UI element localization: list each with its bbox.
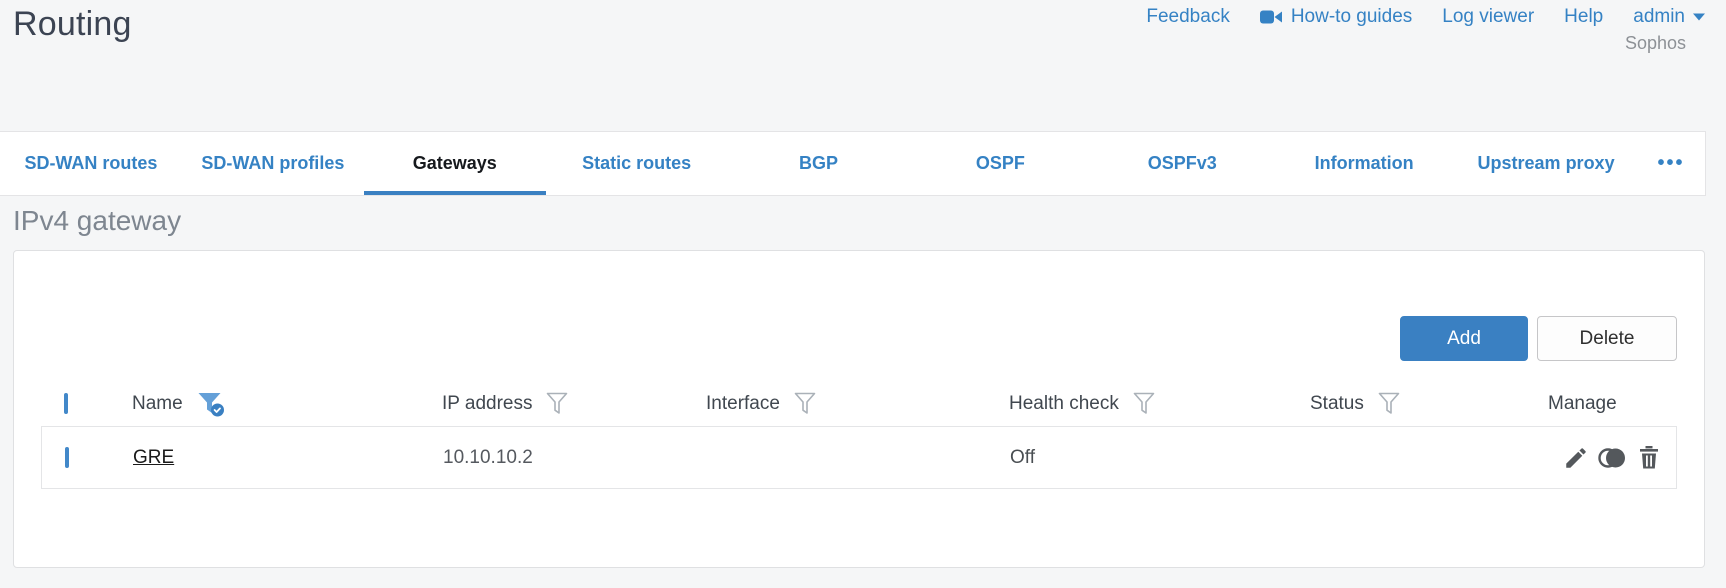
row-checkbox[interactable] xyxy=(65,446,69,468)
brand-label: Sophos xyxy=(1624,33,1686,53)
help-link-label: Help xyxy=(1564,6,1604,27)
gateway-manage-cell xyxy=(1549,445,1676,471)
feedback-link-label: Feedback xyxy=(1146,6,1230,27)
add-button[interactable]: Add xyxy=(1400,316,1528,361)
filter-active-icon[interactable] xyxy=(196,390,226,418)
column-header-health-check: Health check xyxy=(1009,391,1310,417)
gateway-name-link[interactable]: GRE xyxy=(133,447,174,468)
tab-gateways[interactable]: Gateways xyxy=(363,132,546,195)
column-label-name: Name xyxy=(132,393,183,414)
admin-menu[interactable]: admin xyxy=(1633,6,1705,28)
tab-upstream-proxy[interactable]: Upstream proxy xyxy=(1455,132,1637,195)
column-header-manage: Manage xyxy=(1548,393,1677,415)
table-toolbar: Add Delete xyxy=(41,316,1677,361)
log-viewer-label: Log viewer xyxy=(1442,6,1535,27)
page-header: Routing Feedback How-to guides Log viewe… xyxy=(0,0,1726,131)
gateway-name-cell: GRE xyxy=(133,447,443,469)
clone-icon[interactable] xyxy=(1597,445,1629,471)
table-header-row: Name IP address Interface Health check S… xyxy=(41,382,1677,426)
column-label-health-check: Health check xyxy=(1009,393,1119,414)
delete-button[interactable]: Delete xyxy=(1537,316,1677,361)
filter-icon[interactable] xyxy=(545,391,569,417)
gateway-ip-cell: 10.10.10.2 xyxy=(443,446,533,468)
column-label-ip-address: IP address xyxy=(442,393,533,414)
tab-static-routes[interactable]: Static routes xyxy=(546,132,728,195)
select-all-checkbox[interactable] xyxy=(64,393,68,414)
tab-ospfv3[interactable]: OSPFv3 xyxy=(1091,132,1273,195)
filter-icon[interactable] xyxy=(793,391,817,417)
help-link[interactable]: Help xyxy=(1564,6,1603,28)
column-header-ip-address: IP address xyxy=(442,391,706,417)
ipv4-gateway-panel: Add Delete Name IP address Interface Hea… xyxy=(13,250,1705,568)
tab-sdwan-routes[interactable]: SD-WAN routes xyxy=(0,132,182,195)
column-label-interface: Interface xyxy=(706,393,780,414)
chevron-down-icon xyxy=(1693,13,1705,21)
feedback-link[interactable]: Feedback xyxy=(1146,6,1229,28)
edit-pencil-icon[interactable] xyxy=(1563,445,1589,471)
filter-icon[interactable] xyxy=(1377,391,1401,417)
more-tabs-icon[interactable]: ••• xyxy=(1637,132,1705,195)
delete-trash-icon[interactable] xyxy=(1637,445,1661,471)
tab-ospf[interactable]: OSPF xyxy=(909,132,1091,195)
column-header-name: Name xyxy=(132,390,442,418)
admin-menu-label: admin xyxy=(1633,6,1685,27)
page-title: Routing xyxy=(13,5,132,43)
column-label-status: Status xyxy=(1310,393,1364,414)
section-heading: IPv4 gateway xyxy=(13,205,182,236)
tab-bgp[interactable]: BGP xyxy=(728,132,910,195)
tab-information[interactable]: Information xyxy=(1273,132,1455,195)
gateway-health-check-cell: Off xyxy=(1010,446,1035,468)
filter-icon[interactable] xyxy=(1132,391,1156,417)
column-header-interface: Interface xyxy=(706,391,1009,417)
column-header-status: Status xyxy=(1310,391,1548,417)
column-label-manage: Manage xyxy=(1548,393,1617,414)
top-nav: Feedback How-to guides Log viewer Help a… xyxy=(1146,6,1705,28)
log-viewer-link[interactable]: Log viewer xyxy=(1442,6,1534,28)
tab-sdwan-profiles[interactable]: SD-WAN profiles xyxy=(182,132,364,195)
video-camera-icon xyxy=(1259,9,1283,25)
table-row: GRE 10.10.10.2 Off xyxy=(41,426,1677,489)
routing-tabbar: SD-WAN routes SD-WAN profiles Gateways S… xyxy=(0,131,1706,196)
gateway-status-cell xyxy=(1311,447,1549,469)
howto-guides-label: How-to guides xyxy=(1290,6,1413,27)
howto-guides-link[interactable]: How-to guides xyxy=(1259,6,1413,28)
